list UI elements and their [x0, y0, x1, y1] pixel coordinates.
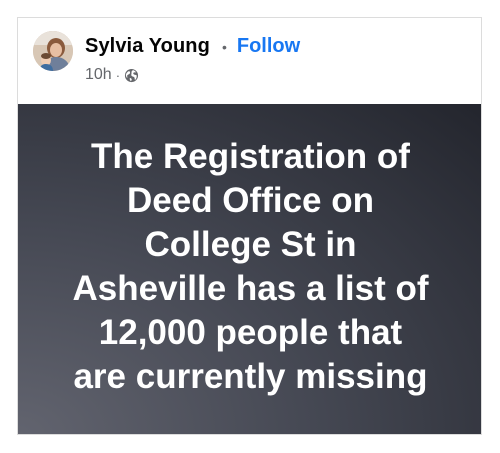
post-text-line: College St in: [144, 225, 357, 264]
globe-icon[interactable]: [124, 68, 139, 83]
avatar[interactable]: [33, 31, 73, 71]
profile-photo-icon: [33, 31, 73, 71]
post-text-line: are currently missing: [73, 357, 428, 396]
author-name[interactable]: Sylvia Young: [85, 35, 210, 58]
post-text-line: Deed Office on: [127, 181, 374, 220]
follow-button[interactable]: Follow: [237, 35, 300, 58]
post-text-line: 12,000 people that: [98, 313, 403, 352]
author-row: Sylvia Young • Follow: [85, 35, 300, 58]
post-text-line: The Registration of: [91, 137, 410, 176]
post-meta: 10h ·: [85, 66, 139, 84]
timestamp[interactable]: 10h: [85, 66, 112, 84]
post-header: Sylvia Young • Follow 10h ·: [18, 18, 481, 104]
post-text-line: Asheville has a list of: [72, 269, 429, 308]
separator-dot: •: [221, 38, 227, 55]
post-background[interactable]: The Registration of Deed Office on Colle…: [18, 104, 481, 434]
post-card: Sylvia Young • Follow 10h · The Registra…: [17, 17, 482, 435]
meta-separator: ·: [115, 67, 121, 83]
post-text: The Registration of Deed Office on Colle…: [51, 135, 451, 399]
